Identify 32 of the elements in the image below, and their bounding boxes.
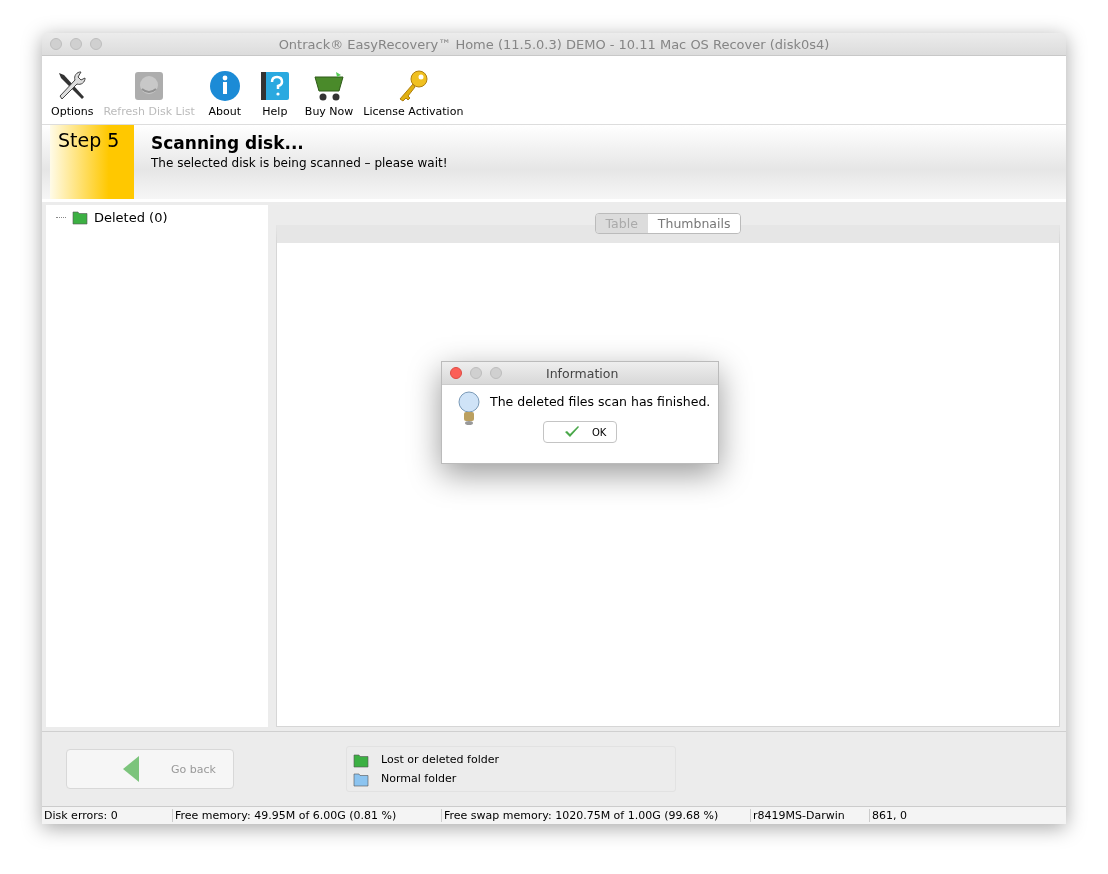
ok-button[interactable]: OK [543, 421, 617, 443]
status-text: Disk errors: 0 [43, 809, 119, 822]
minimize-button[interactable] [470, 367, 482, 379]
back-arrow-icon [121, 755, 141, 783]
step-title: Scanning disk... [151, 133, 305, 153]
toolbar-button[interactable]: Buy Now [299, 69, 359, 118]
tree-item[interactable]: Deleted (0) [94, 209, 168, 225]
legend-label: Normal folder [381, 772, 457, 785]
window-title: Ontrack® EasyRecovery™ Home (11.5.0.3) DEMO - 10.11 Mac OS Recover (disk0s4) [277, 36, 831, 52]
zoom-button[interactable] [90, 38, 102, 50]
info-icon [207, 69, 242, 103]
step-badge: Step 5 [50, 125, 134, 199]
light-bulb-icon [458, 391, 480, 425]
status-text: Free memory: 49.95M of 6.00G (0.81 %) [172, 809, 441, 822]
checkmark-icon [564, 425, 580, 439]
status-text: 861, 0 [869, 809, 907, 822]
toolbar-button[interactable]: About [199, 69, 250, 118]
close-button[interactable] [50, 38, 62, 50]
status-text: Free swap memory: 1020.75M of 1.00G (99.68 %) [441, 809, 750, 822]
step-subtitle: The selected disk is being scanned – please wait! [151, 156, 448, 170]
dialog-message: The deleted files scan has finished. [490, 393, 711, 411]
close-button[interactable] [450, 367, 462, 379]
zoom-button[interactable] [490, 367, 502, 379]
toolbar-button[interactable]: Help [249, 69, 300, 118]
dialog-title: Information [546, 365, 619, 381]
toolbar-button[interactable]: License Activation [358, 69, 469, 118]
shopping-cart-icon [312, 69, 347, 103]
view-tab[interactable]: Thumbnails [647, 214, 741, 233]
minimize-button[interactable] [70, 38, 82, 50]
status-text: r8419MS-Darwin [750, 809, 869, 822]
toolbar-button[interactable]: Options [46, 69, 99, 118]
legend-label: Lost or deleted folder [381, 753, 500, 766]
